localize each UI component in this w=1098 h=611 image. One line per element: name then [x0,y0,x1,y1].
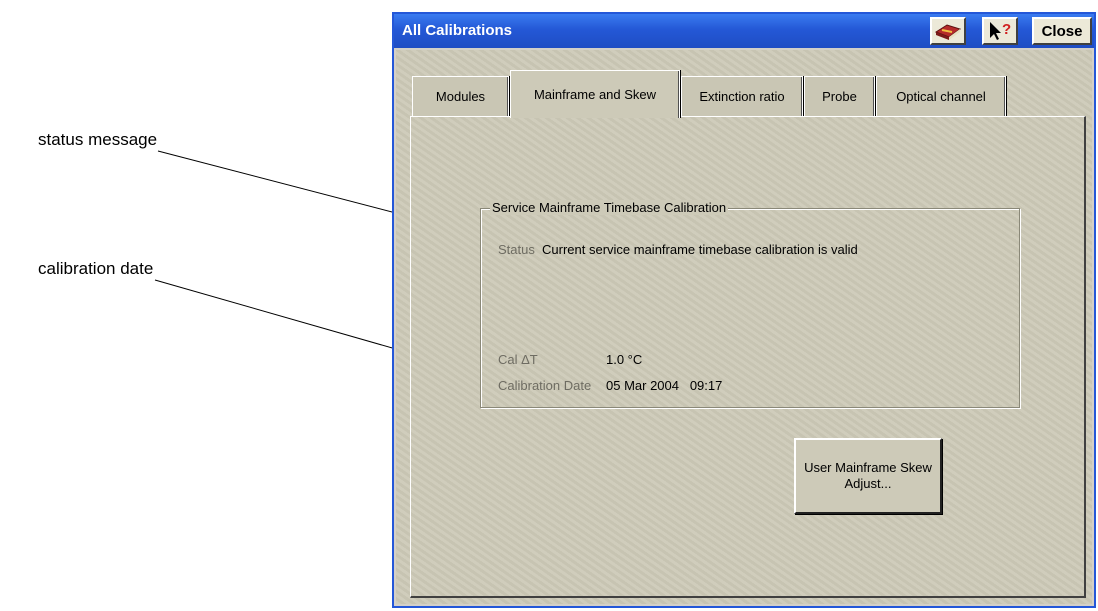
whats-this-pointer-icon: ? [990,21,1011,40]
all-calibrations-window: All Calibrations ? Close Modules Mainfra… [392,12,1096,608]
callout-status-message: status message [38,130,158,149]
callout-calibration-date: calibration date [38,259,154,278]
whats-this-button[interactable]: ? [982,17,1018,45]
tab-modules[interactable]: Modules [412,76,509,116]
tab-optical-channel[interactable]: Optical channel [876,76,1006,116]
status-message: Current service mainframe timebase calib… [542,242,858,257]
title-bar[interactable]: All Calibrations ? Close [394,14,1094,48]
user-mainframe-skew-adjust-button[interactable]: User Mainframe Skew Adjust... [794,438,942,514]
calibration-date-value: 05 Mar 2004 09:17 [606,378,723,393]
help-book-icon [934,24,962,40]
tab-extinction-ratio[interactable]: Extinction ratio [681,76,803,116]
cal-delta-t-value: 1.0 °C [606,352,643,367]
group-title: Service Mainframe Timebase Calibration [490,200,729,215]
status-label: Status [498,242,535,257]
help-button[interactable] [930,17,966,45]
close-button[interactable]: Close [1032,17,1092,45]
tab-mainframe-and-skew[interactable]: Mainframe and Skew [510,70,680,118]
window-title: All Calibrations [402,22,513,39]
svg-text:?: ? [1002,21,1011,38]
window-client-area: Modules Mainframe and Skew Extinction ra… [396,50,1092,604]
calibration-date-label: Calibration Date [498,378,592,393]
cal-delta-t-label: Cal ΔT [498,352,538,367]
tab-probe[interactable]: Probe [804,76,875,116]
